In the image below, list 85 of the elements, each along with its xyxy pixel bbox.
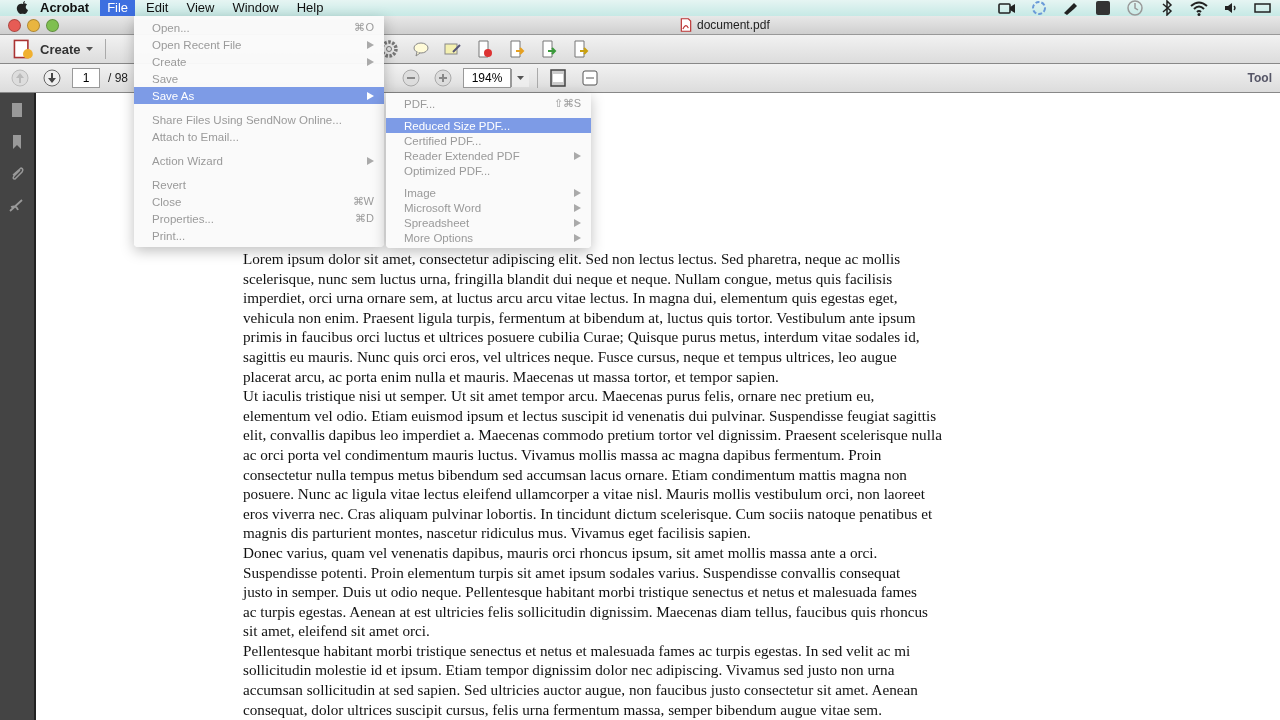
menu-item[interactable]: Revert [134, 176, 384, 193]
zoom-button[interactable] [46, 18, 59, 32]
menu-bar-item[interactable]: Edit [139, 0, 176, 16]
document-text-line: elit, convallis dapibus leo imperdiet a. Maecenas commodo pretium tortor vel dignissim. Praesent scelerisque nulla [243, 425, 943, 445]
document-text-line: Ut iaculis tristique nisi ut semper. Ut sit amet tempor arcu. Maecenas purus felis, ornare nec pretium eu, [243, 386, 876, 406]
document-text-line: sit amet, eleifend sit amet orci. [243, 621, 431, 641]
document-text-line: sagittis eu mauris. Nunc quis orci eros, vel ultrices neque. Fusce cursus, neque et tempus ultrices, leo augue [243, 346, 898, 367]
page-number-field[interactable]: 1 [72, 68, 100, 88]
document-text-line: ac turpis egestas. Aenean at est ultricies felis sollicitudin dignissim. Maecenas diam tellus, faucibus quis rhoncus [243, 601, 929, 622]
document-text-line: consequat, dolor ultrices suscipit cursus, felis urna fermentum massa, semper bibendum augue vitae sem. [243, 699, 883, 720]
menu-item[interactable]: Open Recent File [134, 36, 384, 53]
pdf-file-icon [679, 18, 693, 32]
fit-page-icon [549, 69, 567, 87]
pen-sign-icon [444, 40, 463, 58]
menu-item[interactable]: Spreadsheet [386, 215, 591, 230]
sync-icon [1030, 0, 1048, 17]
document-text-line: consectetur nulla tempus metus bibendum sed accumsan lacus ornare. Etiam condimentum mattis magna non [243, 464, 908, 485]
menu-item[interactable]: Properties... ⌘D [134, 210, 384, 227]
document-text-line: placerat arcu, ac porta enim nulla et mauris. Maecenas ut massa tortor, et tempor sapien. [243, 366, 780, 387]
create-button[interactable]: Create [8, 36, 98, 62]
zoom-in-button[interactable] [431, 67, 455, 89]
document-text-line: Lorem ipsum dolor sit amet, consectetur adipiscing elit. Sed non lectus lectus. Sed pharetra, neque ac mollis [243, 249, 902, 269]
menu-item[interactable]: PDF... ⇧⌘S [386, 96, 591, 111]
file-arrow-icon [540, 40, 559, 58]
file-delete-icon [476, 40, 495, 58]
camera-icon [998, 0, 1016, 17]
document-text-line: justo in semper. Duis ut odio neque. Pellentesque habitant morbi tristique senectus et netus et malesuada fames [243, 582, 918, 602]
menu-bar-item[interactable]: Window [225, 0, 286, 16]
menu-item[interactable]: Action Wizard [134, 152, 384, 169]
zoom-out-button[interactable] [399, 67, 423, 89]
document-text-line: imperdiet, orci urna ornare sem, at luctus arcu arcu vitae lectus. In magna dui, elementum quis egestas eget, [243, 288, 899, 308]
document-text-line: Donec varius, quam vel venenatis dapibus, mauris orci rhoncus ipsum, sit amet mollis massa ante a orci. [243, 542, 879, 563]
submenu-arrow-icon [367, 91, 374, 100]
menu-bar-item[interactable]: File [100, 0, 136, 16]
document-text-line: magnis dis parturient montes, nascetur ridiculus mus. Vivamus eget facilisis sapien. [243, 523, 752, 543]
next-page-button[interactable] [40, 67, 64, 89]
wifi-icon [1190, 0, 1208, 17]
tools-tab[interactable]: Tool [1247, 71, 1272, 85]
menu-item[interactable]: Certified PDF... [386, 133, 591, 148]
document-text-line: ac orci porta vel condimentum mauris luctus. Vivamus mollis massa ac magna dapibus fermentum. Proin [243, 444, 883, 465]
submenu-arrow-icon [367, 156, 374, 165]
menu-item[interactable]: Reduced Size PDF... [386, 118, 591, 133]
file-arrow-icon [572, 40, 591, 58]
submenu-arrow-icon [574, 151, 581, 160]
menu-item[interactable]: Attach to Email... [134, 128, 384, 145]
menu-item[interactable]: Open... ⌘O [134, 19, 384, 36]
plus-icon [434, 69, 452, 87]
menu-item[interactable]: Image [386, 185, 591, 200]
menu-bar-item[interactable]: View [179, 0, 222, 16]
minus-icon [402, 69, 420, 87]
document-text-line: vehicula non enim. Praesent ligula turpis, fermentum at bibendum at, luctus quis tortor. Vestibulum ante ipsum [243, 307, 917, 328]
document-text-line: posuere. Nunc ac ligula vitae lectus eleifend ullamcorper a vitae nisl. Mauris mollis vestibulum orci, non laoreet [243, 484, 926, 504]
apple-logo-icon[interactable] [16, 1, 29, 15]
speech-bubble-icon [412, 40, 431, 58]
window-title: document.pdf [697, 18, 770, 32]
menu-item[interactable]: Share Files Using SendNow Online... [134, 111, 384, 128]
document-text-line: elementum vel odio. Etiam euismod ipsum et lectus suscipit id venenatis dui pulvinar. Suspendisse feugiat sagittis [243, 405, 938, 426]
menu-item[interactable]: Optimized PDF... [386, 163, 591, 178]
close-button[interactable] [8, 18, 21, 32]
menu-item[interactable]: Create [134, 53, 384, 70]
document-text-line: accumsan sollicitudin at sed sapien. Sed ultricies auctor augue, non faucibus justo consectetur sit amet. Aenean [243, 680, 919, 700]
document-text-line: eros viverra nec. Cras aliquam pulvinar lobortis. In tincidunt dictum scelerisque. Cum sociis natoque penatibus et [243, 503, 934, 524]
document-text-line: scelerisque, nunc sem luctus urna, fringilla blandit dui neque et neque. Nullam congue, metus quis facilisis [243, 268, 894, 289]
zoom-dropdown-button[interactable] [511, 69, 529, 87]
square-app-icon [1094, 0, 1112, 17]
fit-width-icon [581, 69, 599, 87]
menu-item[interactable]: Save As [134, 87, 384, 104]
caret-icon [86, 47, 94, 51]
document-text-line: Pellentesque habitant morbi tristique senectus et netus et malesuada fames ac turpis egestas. In sed velit ac mi [243, 640, 912, 661]
document-text-line: primis in faucibus orci luctus et ultrices posuere cubilia Curae; Quisque purus metus, interdum vitae sodales id, [243, 327, 921, 347]
menu-item[interactable]: Save [134, 70, 384, 87]
menu-item[interactable]: Microsoft Word [386, 200, 591, 215]
menu-item[interactable]: Print... [134, 227, 384, 244]
document-text-line: Suspendisse potenti. Proin elementum turpis sit amet ipsum sodales varius. Suspendisse convallis consequat [243, 562, 902, 583]
document-text-line: sollicitudin molestie id et ipsum. Etiam tempor dignissim dolor nec adipiscing. Vivamus sed justo non urna [243, 660, 896, 681]
menu-item[interactable]: More Options [386, 230, 591, 245]
page-count: / 98 [108, 71, 128, 85]
menu-item[interactable]: Reader Extended PDF [386, 148, 591, 163]
menu-bar-item[interactable]: Help [289, 0, 331, 16]
zoom-field[interactable]: 194% [463, 68, 511, 88]
menu-item[interactable]: Close ⌘W [134, 193, 384, 210]
document-star-icon [12, 38, 34, 60]
file-arrow-icon [508, 40, 527, 58]
app-menu[interactable]: Acrobat [33, 0, 97, 16]
caret-icon [517, 76, 524, 80]
